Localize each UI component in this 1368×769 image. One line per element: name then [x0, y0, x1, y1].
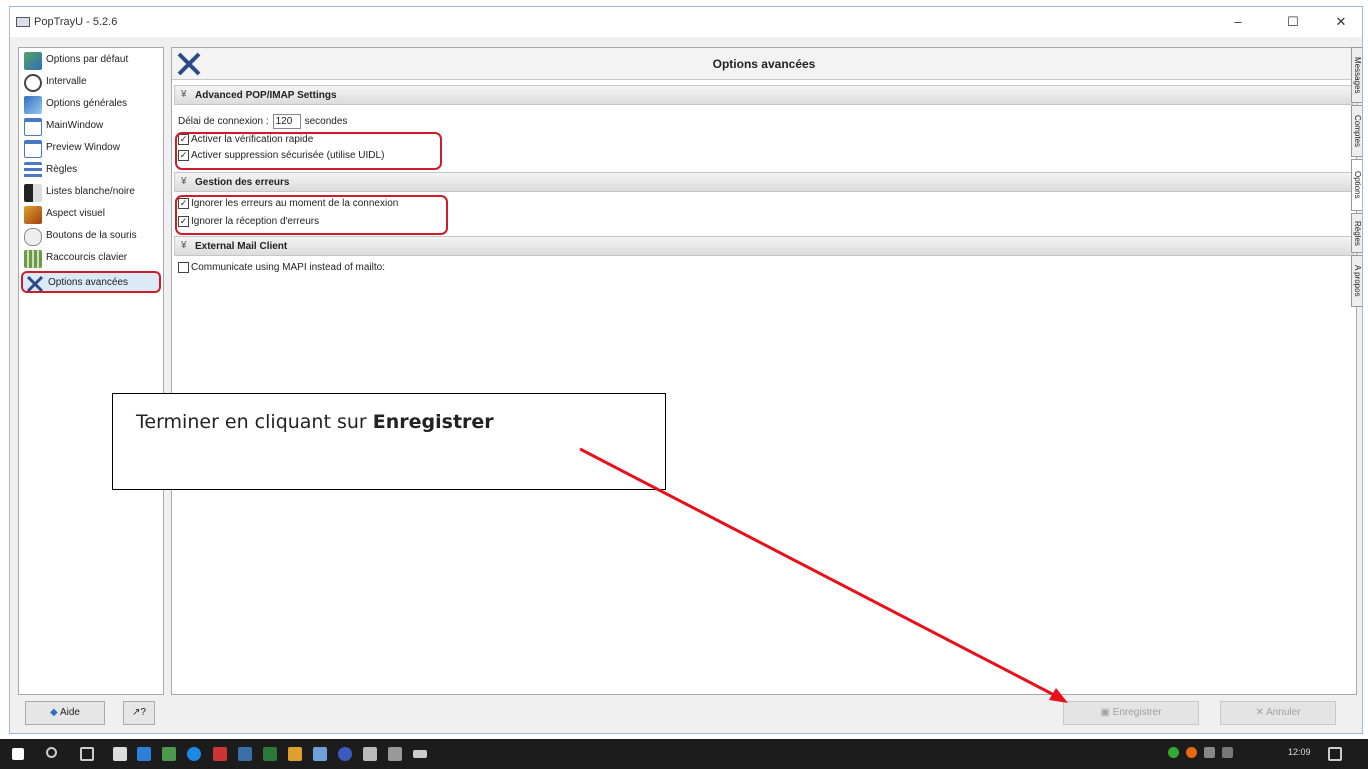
app-icon-calculator[interactable]	[113, 747, 127, 761]
app-icon-browser[interactable]	[187, 747, 201, 761]
app-icon-mail[interactable]	[137, 747, 151, 761]
app-icon-gear[interactable]	[363, 747, 377, 761]
tray-green-icon[interactable]	[1168, 747, 1179, 758]
app-icon-poptray[interactable]	[413, 750, 427, 758]
tray-network-icon[interactable]	[1204, 747, 1215, 758]
app-icon-green[interactable]	[162, 747, 176, 761]
app-icon-blue-circle[interactable]	[338, 747, 352, 761]
windows-taskbar: 12:09	[0, 739, 1368, 769]
app-icon-lock[interactable]	[388, 747, 402, 761]
tray-clock[interactable]: 12:09	[1288, 747, 1311, 757]
tray-volume-icon[interactable]	[1222, 747, 1233, 758]
annotation-arrow	[579, 447, 1068, 703]
notification-icon[interactable]	[1328, 747, 1342, 761]
tray-orange-icon[interactable]	[1186, 747, 1197, 758]
arrow-head	[1049, 688, 1068, 703]
app-icon-folder[interactable]	[288, 747, 302, 761]
app-icon-excel[interactable]	[263, 747, 277, 761]
search-icon[interactable]	[46, 747, 57, 758]
app-icon-window[interactable]	[238, 747, 252, 761]
app-icon-document[interactable]	[313, 747, 327, 761]
task-view-icon[interactable]	[80, 747, 94, 761]
start-icon[interactable]	[12, 748, 24, 760]
arrow-line	[579, 447, 1059, 699]
app-icon-red[interactable]	[213, 747, 227, 761]
